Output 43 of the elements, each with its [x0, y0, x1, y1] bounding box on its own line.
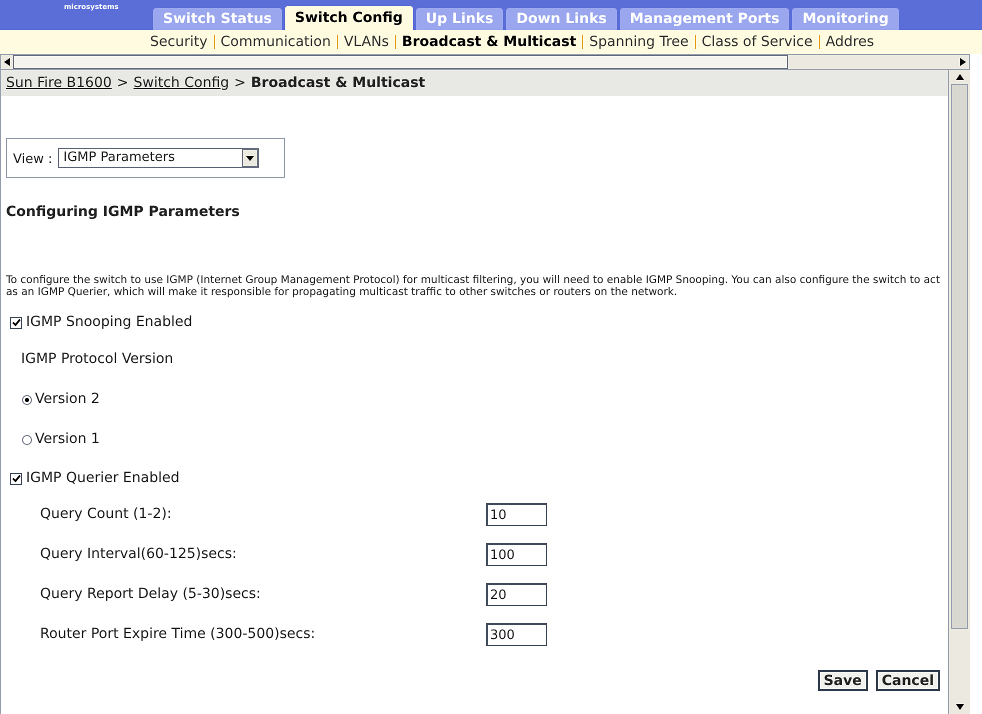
view-select[interactable]: IGMP Parameters [58, 148, 260, 168]
version-label: Version 1 [35, 430, 100, 449]
breadcrumb-separator: > [234, 74, 246, 92]
field-label: Router Port Expire Time (300-500)secs: [40, 625, 316, 644]
field-label: Query Interval(60-125)secs: [40, 545, 238, 564]
checkmark-icon [12, 474, 20, 483]
querier-label: IGMP Querier Enabled [26, 469, 180, 488]
breadcrumb-separator: > [116, 74, 128, 92]
protocol-label: IGMP Protocol Version [21, 350, 174, 369]
breadcrumb-link[interactable]: Sun Fire B1600 [6, 72, 112, 94]
checkbox[interactable] [10, 472, 22, 484]
horizontal-scrollbar[interactable] [0, 54, 970, 70]
field-label: Query Count (1-2): [40, 505, 173, 524]
subnav-link[interactable]: Broadcast & Multicast [402, 32, 576, 52]
field-label: Query Report Delay (5-30)secs: [40, 585, 262, 604]
subnav-link[interactable]: VLANs [344, 32, 389, 52]
action-button[interactable]: Cancel [876, 670, 940, 691]
subnav-link[interactable]: Addres [826, 32, 874, 52]
action-button[interactable]: Save [818, 670, 868, 691]
subnav-link[interactable]: Spanning Tree [589, 32, 689, 52]
input-field[interactable]: 300 [486, 623, 547, 646]
subnav-link[interactable]: Security [150, 32, 208, 52]
subnav-link[interactable]: Class of Service [702, 32, 813, 52]
checkbox[interactable] [10, 316, 22, 328]
breadcrumb-link[interactable]: Switch Config [134, 72, 230, 94]
subnav-link[interactable]: Communication [220, 32, 331, 52]
version-label: Version 2 [35, 390, 100, 409]
section-heading: Configuring IGMP Parameters [6, 203, 241, 222]
radio-button[interactable] [22, 394, 32, 404]
checkmark-icon [12, 318, 20, 327]
breadcrumb-current: Broadcast & Multicast [250, 74, 426, 92]
input-field[interactable]: 10 [486, 503, 547, 526]
vertical-scrollbar[interactable] [948, 70, 970, 714]
snooping-label: IGMP Snooping Enabled [26, 313, 192, 332]
dropdown-icon[interactable] [242, 149, 258, 167]
nav-tab[interactable]: Switch Config [284, 6, 413, 30]
radio-button[interactable] [22, 434, 32, 444]
description-text: To configure the switch to use IGMP (Internet Group Management Protocol) for multicast filtering, you will need to enable IGMP Snooping. You can also configure the switch to act as an IGMP Querier, which will make it responsible for propagating multicast traffic to other switches or routers on the network. [6, 274, 940, 298]
scroll-thumb[interactable] [13, 55, 788, 69]
view-label: View : [13, 150, 52, 169]
input-field[interactable]: 20 [486, 583, 547, 606]
scroll-thumb[interactable] [951, 84, 968, 629]
input-field[interactable]: 100 [486, 543, 547, 566]
